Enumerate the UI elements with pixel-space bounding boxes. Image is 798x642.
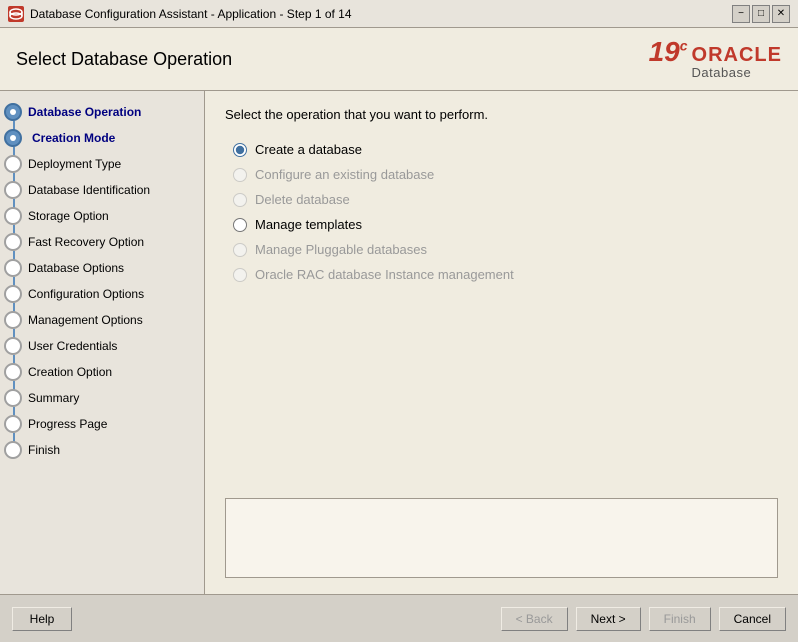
instruction-text: Select the operation that you want to pe…	[225, 107, 778, 122]
step-indicator-config	[4, 285, 22, 303]
oracle-product-name: Database	[692, 65, 752, 80]
radio-oracle-rac	[233, 268, 247, 282]
radio-item-configure-existing: Configure an existing database	[233, 167, 778, 182]
step-indicator-creation-option	[4, 363, 22, 381]
bottom-bar: Help < Back Next > Finish Cancel	[0, 594, 798, 642]
radio-item-delete-db: Delete database	[233, 192, 778, 207]
step-indicator-credentials	[4, 337, 22, 355]
sidebar-item-database-identification[interactable]: Database Identification	[0, 177, 204, 203]
sidebar: Database Operation Creation Mode Deploym…	[0, 91, 205, 594]
step-indicator-creation-mode	[4, 129, 22, 147]
step-indicator-mgmt	[4, 311, 22, 329]
bottom-right-buttons: < Back Next > Finish Cancel	[501, 607, 786, 631]
step-indicator-db-options	[4, 259, 22, 277]
radio-item-oracle-rac: Oracle RAC database Instance management	[233, 267, 778, 282]
sidebar-item-finish[interactable]: Finish	[0, 437, 204, 463]
step-indicator-finish	[4, 441, 22, 459]
radio-item-manage-pluggable: Manage Pluggable databases	[233, 242, 778, 257]
sidebar-label-progress-page: Progress Page	[28, 417, 107, 431]
sidebar-label-storage-option: Storage Option	[28, 209, 109, 223]
log-area	[225, 498, 778, 578]
sidebar-item-fast-recovery[interactable]: Fast Recovery Option	[0, 229, 204, 255]
sidebar-item-database-options[interactable]: Database Options	[0, 255, 204, 281]
sidebar-label-database-operation: Database Operation	[28, 105, 141, 119]
sidebar-item-database-operation[interactable]: Database Operation	[0, 99, 204, 125]
close-button[interactable]: ✕	[772, 5, 790, 23]
radio-configure-existing	[233, 168, 247, 182]
sidebar-label-database-identification: Database Identification	[28, 183, 150, 197]
radio-group: Create a database Configure an existing …	[233, 142, 778, 282]
back-button[interactable]: < Back	[501, 607, 568, 631]
sidebar-label-summary: Summary	[28, 391, 79, 405]
oracle-brand: ORACLE Database	[692, 45, 782, 80]
sidebar-item-storage-option[interactable]: Storage Option	[0, 203, 204, 229]
window-controls: − □ ✕	[732, 5, 790, 23]
page-header: Select Database Operation 19c ORACLE Dat…	[0, 28, 798, 91]
radio-label-manage-templates[interactable]: Manage templates	[255, 217, 362, 232]
sidebar-label-user-credentials: User Credentials	[28, 339, 117, 353]
sidebar-item-progress-page[interactable]: Progress Page	[0, 411, 204, 437]
sidebar-item-configuration-options[interactable]: Configuration Options	[0, 281, 204, 307]
oracle-brand-name: ORACLE	[692, 45, 782, 65]
sidebar-item-creation-mode[interactable]: Creation Mode	[0, 125, 204, 151]
radio-label-delete-db: Delete database	[255, 192, 350, 207]
next-button[interactable]: Next >	[576, 607, 641, 631]
step-indicator-fast-recovery	[4, 233, 22, 251]
sidebar-label-deployment-type: Deployment Type	[28, 157, 121, 171]
content-panel: Select the operation that you want to pe…	[205, 91, 798, 594]
sidebar-label-fast-recovery: Fast Recovery Option	[28, 235, 144, 249]
cancel-button[interactable]: Cancel	[719, 607, 786, 631]
sidebar-item-creation-option[interactable]: Creation Option	[0, 359, 204, 385]
bottom-left-buttons: Help	[12, 607, 72, 631]
radio-item-manage-templates[interactable]: Manage templates	[233, 217, 778, 232]
radio-create-db[interactable]	[233, 143, 247, 157]
sidebar-label-management-options: Management Options	[28, 313, 143, 327]
oracle-version: 19c	[649, 38, 688, 66]
maximize-button[interactable]: □	[752, 5, 770, 23]
minimize-button[interactable]: −	[732, 5, 750, 23]
radio-manage-pluggable	[233, 243, 247, 257]
step-indicator-database-operation	[4, 103, 22, 121]
radio-label-create-db[interactable]: Create a database	[255, 142, 362, 157]
sidebar-label-database-options: Database Options	[28, 261, 124, 275]
step-indicator-storage	[4, 207, 22, 225]
step-indicator-db-id	[4, 181, 22, 199]
help-button[interactable]: Help	[12, 607, 72, 631]
page-title: Select Database Operation	[16, 49, 232, 70]
sidebar-label-creation-mode: Creation Mode	[28, 131, 115, 145]
sidebar-item-deployment-type[interactable]: Deployment Type	[0, 151, 204, 177]
step-indicator-progress	[4, 415, 22, 433]
sidebar-item-management-options[interactable]: Management Options	[0, 307, 204, 333]
sidebar-label-configuration-options: Configuration Options	[28, 287, 144, 301]
sidebar-item-user-credentials[interactable]: User Credentials	[0, 333, 204, 359]
radio-label-manage-pluggable: Manage Pluggable databases	[255, 242, 427, 257]
title-bar: Database Configuration Assistant - Appli…	[0, 0, 798, 28]
sidebar-label-creation-option: Creation Option	[28, 365, 112, 379]
radio-delete-db	[233, 193, 247, 207]
title-bar-text: Database Configuration Assistant - Appli…	[30, 7, 726, 21]
radio-item-create-db[interactable]: Create a database	[233, 142, 778, 157]
step-indicator-summary	[4, 389, 22, 407]
oracle-logo: 19c ORACLE Database	[649, 38, 782, 80]
main-content: Database Operation Creation Mode Deploym…	[0, 91, 798, 594]
radio-label-configure-existing: Configure an existing database	[255, 167, 434, 182]
step-indicator-deployment-type	[4, 155, 22, 173]
finish-button[interactable]: Finish	[649, 607, 711, 631]
sidebar-item-summary[interactable]: Summary	[0, 385, 204, 411]
sidebar-label-finish: Finish	[28, 443, 60, 457]
radio-manage-templates[interactable]	[233, 218, 247, 232]
radio-label-oracle-rac: Oracle RAC database Instance management	[255, 267, 514, 282]
app-icon	[8, 6, 24, 22]
